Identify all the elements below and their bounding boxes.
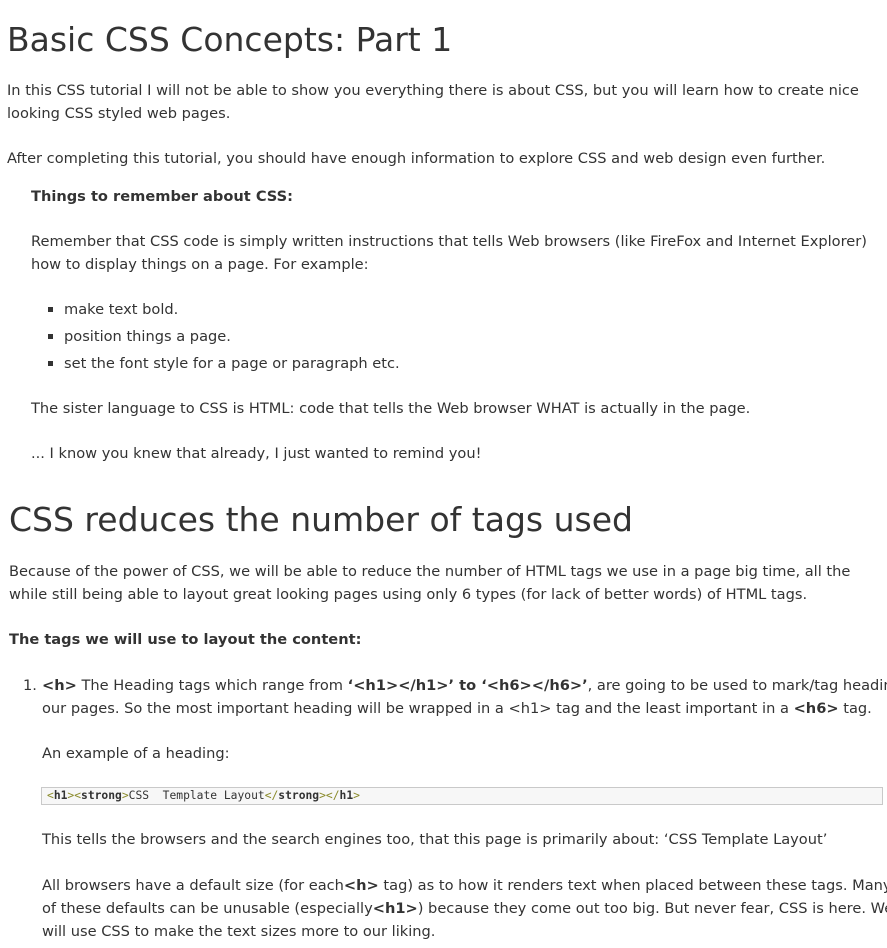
inline-tag: <h1> bbox=[372, 900, 418, 917]
example-label: An example of a heading: bbox=[42, 745, 230, 762]
code-tagname: h1 bbox=[53, 789, 68, 802]
article: Basic CSS Concepts: Part 1 In this CSS t… bbox=[0, 0, 887, 948]
bullet-marker bbox=[48, 361, 53, 366]
intro-paragraph-line-2: looking CSS styled web pages. bbox=[7, 105, 231, 122]
list-item-line-2: our pages. So the most important heading… bbox=[42, 697, 872, 720]
inline-tag: <h6> bbox=[793, 700, 839, 717]
callout-heading: Things to remember about CSS: bbox=[31, 188, 294, 205]
code-tagname: strong bbox=[81, 789, 122, 802]
page-title: Basic CSS Concepts: Part 1 bbox=[7, 20, 453, 59]
inline-text: tag) as to how it renders text when plac… bbox=[378, 877, 887, 894]
defaults-paragraph-line-2: of these defaults can be unusable (espec… bbox=[42, 897, 887, 920]
section-heading: CSS reduces the number of tags used bbox=[9, 500, 633, 539]
code-punct: </ bbox=[264, 789, 279, 802]
callout-paragraph-3: ... I know you knew that already, I just… bbox=[31, 445, 482, 462]
code-tagname: h1 bbox=[339, 789, 354, 802]
defaults-paragraph-line-3: will use CSS to make the text sizes more… bbox=[42, 923, 436, 940]
bullet-item: set the font style for a page or paragra… bbox=[64, 355, 400, 372]
list-item-line-1: <h> The Heading tags which range from ‘<… bbox=[42, 674, 887, 697]
code-punct: ></ bbox=[319, 789, 340, 802]
code-punct: >< bbox=[67, 789, 82, 802]
explanation-paragraph: This tells the browsers and the search e… bbox=[42, 831, 828, 848]
bullet-marker bbox=[48, 307, 53, 312]
inline-tag-range: ‘<h1></h1>’ to ‘<h6></h6>’ bbox=[347, 677, 588, 694]
callout-paragraph-2: The sister language to CSS is HTML: code… bbox=[31, 400, 751, 417]
code-text: CSS Template Layout bbox=[128, 789, 265, 802]
bullet-marker bbox=[48, 334, 53, 339]
inline-tag: <h> bbox=[42, 677, 77, 694]
intro-paragraph-2: After completing this tutorial, you shou… bbox=[7, 150, 826, 167]
section-paragraph-line-2: while still being able to layout great l… bbox=[9, 586, 808, 603]
inline-text: All browsers have a default size (for ea… bbox=[42, 877, 344, 894]
inline-text: tag. bbox=[838, 700, 872, 717]
inline-text: ) because they come out too big. But nev… bbox=[417, 900, 887, 917]
inline-text: The Heading tags which range from bbox=[76, 677, 348, 694]
code-tagname: strong bbox=[278, 789, 320, 802]
bullet-item: make text bold. bbox=[64, 301, 179, 318]
code-punct: < bbox=[47, 789, 54, 802]
bullet-item: position things a page. bbox=[64, 328, 231, 345]
defaults-paragraph-line-1: All browsers have a default size (for ea… bbox=[42, 874, 887, 897]
inline-text: our pages. So the most important heading… bbox=[42, 700, 794, 717]
section-paragraph-line-1: Because of the power of CSS, we will be … bbox=[9, 563, 851, 580]
code-punct: > bbox=[121, 789, 129, 802]
section-subheading: The tags we will use to layout the conte… bbox=[9, 631, 362, 648]
code-punct: > bbox=[353, 789, 360, 802]
code-line: <h1><strong>CSS Template Layout</strong>… bbox=[47, 788, 360, 804]
list-number: 1. bbox=[23, 677, 37, 694]
inline-tag: <h> bbox=[343, 877, 379, 894]
code-block: <h1><strong>CSS Template Layout</strong>… bbox=[41, 787, 883, 805]
callout-paragraph-line-1: Remember that CSS code is simply written… bbox=[31, 233, 867, 250]
inline-text: , are going to be used to mark/tag headi… bbox=[587, 677, 887, 694]
inline-text: of these defaults can be unusable (espec… bbox=[42, 900, 373, 917]
callout-paragraph-line-2: how to display things on a page. For exa… bbox=[31, 256, 369, 273]
intro-paragraph-line-1: In this CSS tutorial I will not be able … bbox=[7, 82, 859, 99]
